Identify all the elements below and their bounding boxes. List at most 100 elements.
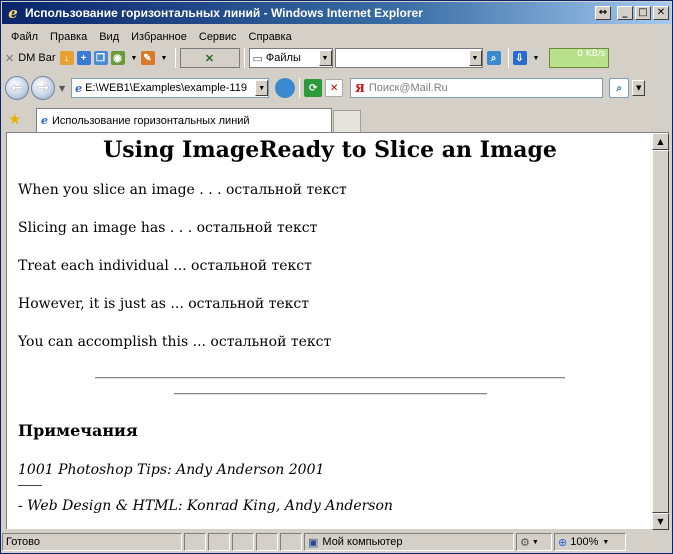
- status-slot: [232, 533, 254, 551]
- zoom-control[interactable]: ⊕ 100% ▼: [554, 533, 626, 551]
- ie-logo-icon: e: [8, 4, 18, 22]
- files-label: Файлы: [265, 52, 301, 64]
- note-1: 1001 Photoshop Tips: Andy Anderson 2001: [18, 462, 325, 478]
- favorites-star-icon[interactable]: ★: [8, 110, 21, 128]
- chevron-down-icon[interactable]: ▼: [59, 84, 65, 93]
- chevron-down-icon[interactable]: ▼: [255, 80, 269, 96]
- files-input[interactable]: ▼: [334, 48, 483, 68]
- chevron-down-icon[interactable]: ▼: [128, 50, 141, 66]
- zoom-level: 100%: [570, 536, 599, 548]
- status-text: Готово: [2, 533, 182, 551]
- menu-bar: Файл Правка Вид Избранное Сервис Справка: [5, 28, 298, 46]
- page-heading: Using ImageReady to Slice an Image: [103, 137, 557, 163]
- tab-bar: ★ e Использование горизонтальных линий: [2, 106, 671, 132]
- address-row: ← → ▼ e E:\WEB1\Examples\example-119 ▼ ⟳…: [5, 73, 669, 103]
- search-go-icon[interactable]: ⌕: [486, 51, 501, 65]
- security-button[interactable]: ⚙ ▼: [516, 533, 552, 551]
- stop-icon[interactable]: ✕: [325, 79, 344, 97]
- horizontal-rule-narrow: [174, 393, 487, 395]
- tab-active[interactable]: e Использование горизонтальных линий: [36, 108, 332, 132]
- tab-label: Использование горизонтальных линий: [52, 114, 250, 127]
- zoom-icon: ⊕: [558, 536, 568, 549]
- status-bar: Готово ▣ Мой компьютер ⚙ ▼ ⊕ 100% ▼: [2, 531, 671, 553]
- back-button[interactable]: ←: [5, 76, 29, 100]
- note-2: - Web Design & HTML: Konrad King, Andy A…: [18, 498, 393, 514]
- new-tab-button[interactable]: [333, 110, 361, 132]
- download-icon[interactable]: ↓: [59, 51, 74, 65]
- browser-window: e Использование горизонтальных линий - W…: [0, 0, 673, 554]
- separator: [299, 78, 301, 98]
- chevron-down-icon[interactable]: ▼: [530, 50, 543, 66]
- close-button[interactable]: ✕: [653, 6, 669, 20]
- close-small-icon: ✕: [5, 52, 15, 65]
- plus-icon[interactable]: +: [76, 51, 91, 65]
- maximize-button[interactable]: □: [635, 6, 651, 20]
- vertical-scrollbar[interactable]: ▲ ▼: [652, 132, 669, 530]
- chevron-down-icon[interactable]: ▼: [468, 50, 482, 66]
- page-icon: e: [75, 81, 83, 95]
- zone-indicator: ▣ Мой компьютер: [304, 533, 514, 551]
- menu-favorites[interactable]: Избранное: [131, 31, 187, 43]
- copy-icon[interactable]: ❐: [93, 51, 108, 65]
- search-input[interactable]: Я Поиск@Mail.Ru: [350, 78, 604, 98]
- menu-view[interactable]: Вид: [99, 31, 119, 43]
- yandex-icon: Я: [355, 81, 365, 95]
- scroll-down-button[interactable]: ▼: [652, 513, 669, 530]
- paragraph-3: Treat each individual ... остальной текс…: [18, 258, 312, 274]
- separator: [174, 48, 176, 68]
- chevron-down-icon: ▼: [531, 538, 539, 546]
- search-icon[interactable]: ⌕: [609, 78, 630, 98]
- toolbar: ✕ DM Bar ↓ + ❐ ◉ ▼ ✎ ▼ ✕ ▭ Файлы ▼ ▼ ⌕ ⇩…: [5, 45, 669, 71]
- title-bar: e Использование горизонтальных линий - W…: [2, 2, 671, 24]
- window-title: Использование горизонтальных линий - Win…: [25, 6, 423, 20]
- dm-bar-button[interactable]: ✕ DM Bar: [5, 52, 56, 65]
- pen-icon[interactable]: ✎: [140, 51, 155, 65]
- horizontal-rule-wide: [95, 377, 565, 379]
- scroll-thumb[interactable]: [652, 150, 669, 513]
- agent-icon[interactable]: [275, 78, 296, 98]
- lock-icon: ⚙: [520, 536, 530, 549]
- paragraph-1: When you slice an image . . . остальной …: [18, 182, 347, 198]
- search-placeholder: Поиск@Mail.Ru: [368, 82, 448, 94]
- arrow-left-icon: ←: [11, 80, 23, 96]
- chevron-down-icon[interactable]: ▼: [632, 80, 646, 96]
- paragraph-4: However, it is just as ... остальной тек…: [18, 296, 310, 312]
- paragraph-2: Slicing an image has . . . остальной тек…: [18, 220, 318, 236]
- separator: [243, 48, 245, 68]
- status-slot: [184, 533, 206, 551]
- files-select[interactable]: ▭ Файлы ▼: [248, 48, 333, 68]
- chevron-down-icon[interactable]: ▼: [158, 50, 171, 66]
- notes-heading: Примечания: [18, 421, 138, 440]
- status-slot: [256, 533, 278, 551]
- download-arrow-icon[interactable]: ⇩: [512, 51, 527, 65]
- stop-download-box[interactable]: ✕: [179, 48, 240, 68]
- address-bar[interactable]: e E:\WEB1\Examples\example-119 ▼: [71, 78, 270, 98]
- file-icon: ▭: [252, 52, 263, 65]
- download-speed-indicator: 0 KB/s: [548, 48, 609, 68]
- page-content: Using ImageReady to Slice an Image When …: [6, 132, 652, 529]
- scroll-up-button[interactable]: ▲: [652, 133, 669, 150]
- restore-button[interactable]: ↔: [595, 6, 611, 20]
- chevron-down-icon[interactable]: ▼: [318, 50, 332, 66]
- refresh-icon[interactable]: ⟳: [304, 79, 323, 97]
- zone-label: Мой компьютер: [322, 536, 403, 548]
- status-slot: [280, 533, 302, 551]
- forward-button[interactable]: →: [31, 76, 55, 100]
- computer-icon: ▣: [308, 536, 319, 549]
- dm-bar-label: DM Bar: [18, 52, 56, 64]
- page-icon: e: [41, 114, 48, 127]
- short-rule: [18, 485, 42, 486]
- chevron-down-icon: ▼: [602, 538, 610, 546]
- address-text[interactable]: E:\WEB1\Examples\example-119: [82, 82, 255, 94]
- menu-edit[interactable]: Правка: [50, 31, 87, 43]
- status-slot: [208, 533, 230, 551]
- x-mark-icon: ✕: [204, 52, 215, 65]
- minimize-button[interactable]: _: [617, 6, 633, 20]
- globe-icon[interactable]: ◉: [110, 51, 125, 65]
- paragraph-5: You can accomplish this ... остальной те…: [18, 334, 332, 350]
- menu-tools[interactable]: Сервис: [199, 31, 237, 43]
- menu-file[interactable]: Файл: [11, 31, 38, 43]
- separator: [507, 48, 509, 68]
- arrow-right-icon: →: [37, 80, 49, 96]
- menu-help[interactable]: Справка: [249, 31, 292, 43]
